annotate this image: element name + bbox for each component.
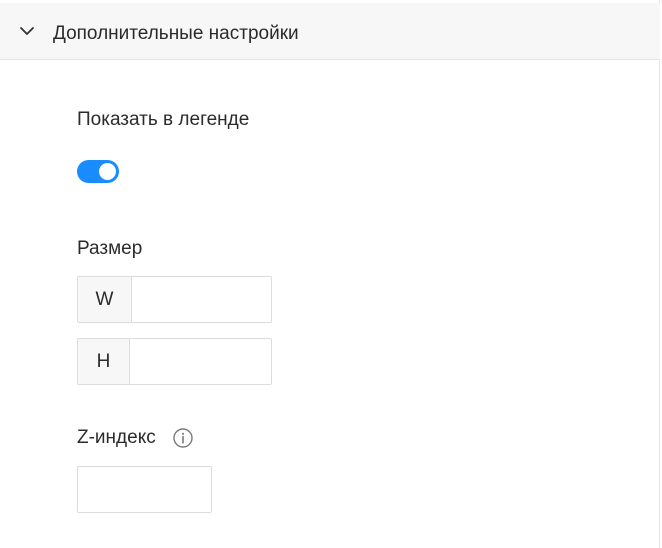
height-addon: H — [78, 339, 130, 384]
show-in-legend-label: Показать в легенде — [77, 109, 250, 130]
settings-panel: Дополнительные настройки Показать в леге… — [0, 0, 660, 548]
size-label: Размер — [77, 238, 143, 259]
info-icon[interactable] — [172, 427, 194, 449]
width-input[interactable] — [132, 277, 271, 322]
height-input[interactable] — [130, 339, 271, 384]
width-input-group: W — [77, 276, 272, 323]
show-in-legend-toggle[interactable] — [77, 160, 119, 183]
width-addon: W — [78, 277, 132, 322]
z-index-label: Z-индекс — [77, 427, 156, 448]
advanced-settings-header[interactable]: Дополнительные настройки — [0, 3, 660, 60]
section-title: Дополнительные настройки — [53, 23, 299, 44]
toggle-knob — [99, 163, 116, 180]
height-input-group: H — [77, 338, 272, 385]
z-index-input[interactable] — [77, 466, 212, 513]
chevron-down-icon[interactable] — [18, 24, 36, 38]
